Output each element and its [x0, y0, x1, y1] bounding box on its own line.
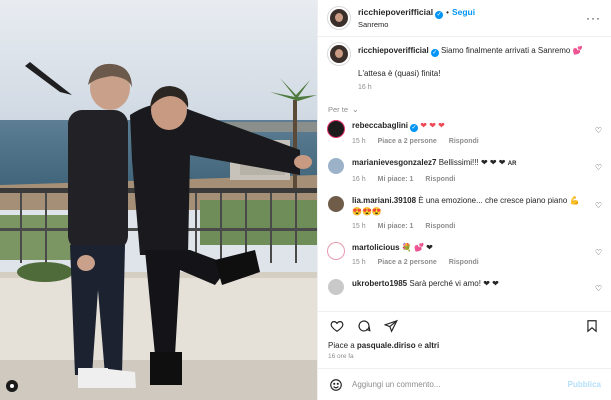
comment-avatar[interactable]	[328, 158, 344, 174]
comment-meta: 16 h Mi piace: 1 Rispondi	[352, 174, 597, 185]
post-caption: ricchiepoverifficial ✓ Siamo finalmente a…	[328, 43, 601, 94]
publish-button[interactable]: Pubblica	[568, 380, 601, 389]
comment-body: marianievesgonzalez7 Bellissimi!!! ❤ ❤ ❤…	[352, 157, 597, 185]
comment-item: ukroberto1985 Sarà perché vi amo! ❤ ❤ ♡	[328, 278, 602, 295]
author-username[interactable]: ricchiepoverifficial	[358, 7, 433, 17]
instagram-post: ricchiepoverifficial ✓ • Segui Sanremo ··· …	[0, 0, 611, 400]
like-heart-icon[interactable]	[328, 317, 346, 335]
caption-text-line2: L'attesa è (quasi) finita!	[358, 69, 441, 78]
share-paper-plane-icon[interactable]	[382, 317, 400, 335]
comment-item: martolicious 💐 💕 ❤ 15 h Piace a 2 persone…	[328, 242, 602, 268]
verified-badge-icon: ✓	[410, 124, 419, 132]
comment-text: ❤ ❤ ❤	[420, 121, 445, 130]
comment-likes[interactable]: Piace a 2 persone	[378, 138, 437, 145]
comment-avatar[interactable]	[328, 243, 344, 259]
comment-username[interactable]: rebeccabaglini	[352, 121, 408, 130]
comment-avatar[interactable]	[328, 121, 344, 137]
comment-body: martolicious 💐 💕 ❤ 15 h Piace a 2 persone…	[352, 242, 597, 268]
comment-avatar[interactable]	[328, 196, 344, 212]
separator-dot: •	[446, 7, 449, 17]
like-comment-icon[interactable]: ♡	[595, 284, 602, 293]
comment-body: lia.mariani.39108 È una emozione... che …	[352, 195, 597, 232]
caption-text-line1: Siamo finalmente arrivati a Sanremo	[440, 46, 571, 55]
post-side-panel: ricchiepoverifficial ✓ • Segui Sanremo ··· …	[317, 0, 611, 400]
comment-input[interactable]	[352, 380, 568, 389]
author-avatar[interactable]	[328, 7, 350, 29]
comment-item: rebeccabaglini ✓ ❤ ❤ ❤ 15 h Piace a 2 pers…	[328, 120, 602, 147]
comment-item: marianievesgonzalez7 Bellissimi!!! ❤ ❤ ❤…	[328, 157, 602, 185]
comment-username[interactable]: martolicious	[352, 243, 400, 252]
caption-username[interactable]: ricchiepoverifficial	[358, 46, 429, 55]
comment-username[interactable]: ukroberto1985	[352, 279, 407, 288]
post-header: ricchiepoverifficial ✓ • Segui Sanremo ···	[318, 0, 611, 37]
comment-text: Sarà perché vi amo! ❤ ❤	[409, 279, 499, 288]
comment-text-line2: 😍😍😍	[352, 207, 382, 216]
post-photo[interactable]	[0, 0, 317, 400]
comment-username[interactable]: lia.mariani.39108	[352, 196, 416, 205]
flag-text: AR	[507, 161, 517, 167]
comment-bubble-icon[interactable]	[355, 317, 373, 335]
reply-button[interactable]: Rispondi	[449, 259, 479, 266]
comment-time: 16 h	[352, 176, 366, 183]
comment-avatar[interactable]	[328, 279, 344, 295]
like-comment-icon[interactable]: ♡	[595, 248, 602, 257]
comments-section[interactable]: ricchiepoverifficial ✓ Siamo finalmente a…	[318, 37, 611, 311]
like-comment-icon[interactable]: ♡	[595, 201, 602, 210]
more-options-icon[interactable]: ···	[586, 11, 601, 25]
likes-connector: e	[417, 341, 423, 350]
likes-user[interactable]: pasquale.diriso	[357, 341, 416, 350]
verified-badge-icon: ✓	[430, 49, 439, 57]
comment-text: Bellissimi!!! ❤ ❤ ❤	[438, 158, 506, 167]
reply-button[interactable]: Rispondi	[425, 223, 455, 230]
muscle-emoji-icon: 💪	[569, 196, 580, 205]
likes-summary: Piace a pasquale.diriso e altri	[318, 340, 611, 351]
caption-author-avatar[interactable]	[328, 43, 350, 65]
reply-button[interactable]: Rispondi	[425, 176, 455, 183]
tagged-users-icon[interactable]	[6, 380, 18, 392]
comment-meta: 15 h Piace a 2 persone Rispondi	[352, 136, 597, 147]
likes-prefix: Piace a	[328, 341, 355, 350]
heart-emoji-icon: 💕	[572, 46, 583, 55]
comment-time: 15 h	[352, 223, 366, 230]
post-time: 16 ore fa	[328, 353, 354, 360]
comment-body: rebeccabaglini ✓ ❤ ❤ ❤ 15 h Piace a 2 pers…	[352, 120, 597, 147]
comment-likes[interactable]: Piace a 2 persone	[378, 259, 437, 266]
photo-illustration	[0, 0, 317, 400]
comment-likes[interactable]: Mi piace: 1	[378, 176, 414, 183]
author-info: ricchiepoverifficial ✓ • Segui Sanremo	[358, 6, 475, 31]
comment-meta: 15 h Mi piace: 1 Rispondi	[352, 221, 597, 232]
like-comment-icon[interactable]: ♡	[595, 163, 602, 172]
reply-button[interactable]: Rispondi	[449, 138, 479, 145]
comment-text: 💐 💕 ❤	[401, 243, 433, 252]
comment-item: lia.mariani.39108 È una emozione... che …	[328, 195, 602, 232]
caption-body: ricchiepoverifficial ✓ Siamo finalmente a…	[358, 43, 583, 94]
post-location[interactable]: Sanremo	[358, 19, 475, 31]
emoji-smiley-icon[interactable]	[328, 377, 344, 393]
post-actions	[318, 311, 611, 340]
follow-button[interactable]: Segui	[452, 7, 475, 17]
comment-time: 15 h	[352, 259, 366, 266]
save-bookmark-icon[interactable]	[583, 317, 601, 335]
comment-body: ukroberto1985 Sarà perché vi amo! ❤ ❤	[352, 278, 597, 295]
see-more-toggle[interactable]: Per te	[328, 105, 601, 114]
caption-time: 16 h	[358, 84, 372, 91]
add-comment-bar: Pubblica	[318, 368, 611, 400]
comment-likes[interactable]: Mi piace: 1	[378, 223, 414, 230]
like-comment-icon[interactable]: ♡	[595, 126, 602, 135]
comment-meta: 15 h Piace a 2 persone Rispondi	[352, 257, 597, 268]
comment-username[interactable]: marianievesgonzalez7	[352, 158, 436, 167]
comment-time: 15 h	[352, 138, 366, 145]
comment-text: È una emozione... che cresce piano piano	[418, 196, 568, 205]
verified-badge-icon: ✓	[435, 10, 444, 19]
likes-others[interactable]: altri	[425, 341, 440, 350]
